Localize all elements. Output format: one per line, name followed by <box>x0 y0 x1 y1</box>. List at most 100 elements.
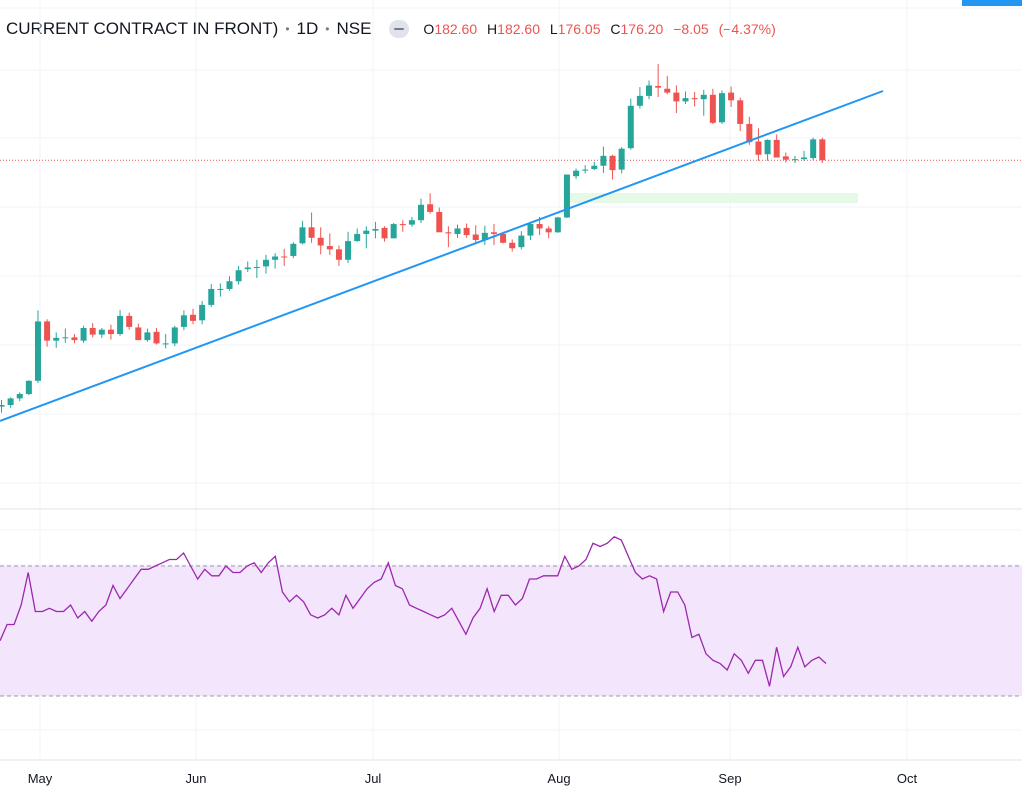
candle-body <box>290 243 297 256</box>
candle-body <box>755 141 762 155</box>
candle-body <box>728 92 735 101</box>
x-tick-label: Jul <box>365 771 382 786</box>
candle-body <box>34 321 41 381</box>
candle-body <box>627 105 634 149</box>
candle-body <box>7 398 14 405</box>
candle-body <box>162 343 169 345</box>
x-tick-label: Oct <box>897 771 918 786</box>
candle-body <box>117 315 124 335</box>
candle-body <box>418 204 425 221</box>
candle-body <box>490 232 497 234</box>
candle-body <box>390 224 397 239</box>
candle-body <box>819 139 826 161</box>
candle-body <box>536 224 543 229</box>
candle-body <box>281 256 288 258</box>
candle-body <box>126 315 133 327</box>
candle-body <box>272 256 279 260</box>
candlestick-series <box>0 64 826 413</box>
candle-body <box>190 314 197 321</box>
candle-body <box>636 95 643 106</box>
rsi-band <box>0 566 1022 696</box>
candle-body <box>180 315 187 327</box>
candle-body <box>399 224 406 226</box>
x-tick-label: May <box>28 771 53 786</box>
candle-body <box>98 329 105 335</box>
candle-body <box>500 233 507 243</box>
candle-body <box>554 217 561 233</box>
candle-body <box>673 92 680 102</box>
candle-body <box>326 246 333 250</box>
candle-body <box>208 288 215 305</box>
candle-body <box>591 165 598 170</box>
candle-body <box>709 94 716 123</box>
candle-body <box>363 230 370 234</box>
candle-body <box>655 86 662 88</box>
candle-body <box>62 337 69 339</box>
candle-body <box>381 227 388 239</box>
candle-body <box>345 241 352 260</box>
candle-body <box>472 234 479 240</box>
x-tick-label: Sep <box>718 771 741 786</box>
x-tick-label: Jun <box>186 771 207 786</box>
candle-body <box>609 155 616 171</box>
candle-body <box>107 329 114 335</box>
candle-body <box>791 159 798 161</box>
candle-body <box>199 304 206 321</box>
candle-body <box>372 229 379 231</box>
candle-body <box>436 211 443 233</box>
candle-body <box>299 227 306 244</box>
candle-body <box>16 394 23 399</box>
candle-body <box>445 232 452 234</box>
candle-body <box>317 237 324 246</box>
candle-body <box>646 85 653 96</box>
candle-body <box>764 139 771 155</box>
candle-body <box>782 156 789 160</box>
time-axis[interactable]: May Jun Jul Aug Sep Oct <box>28 771 918 786</box>
candle-body <box>408 220 415 225</box>
candle-body <box>262 259 269 267</box>
x-tick-label: Aug <box>547 771 570 786</box>
candle-body <box>44 321 51 341</box>
trendline[interactable] <box>0 90 884 422</box>
candle-body <box>0 405 5 407</box>
candle-body <box>463 227 470 236</box>
candle-body <box>354 233 361 242</box>
candle-body <box>810 139 817 159</box>
candle-body <box>682 98 689 102</box>
candle-body <box>226 281 233 289</box>
candle-body <box>509 242 516 249</box>
candle-body <box>53 337 60 341</box>
candle-body <box>582 169 589 171</box>
candle-body <box>691 98 698 100</box>
candle-body <box>253 266 260 268</box>
candle-body <box>545 228 552 233</box>
candle-body <box>518 235 525 248</box>
candle-body <box>153 331 160 344</box>
candle-body <box>217 288 224 290</box>
candle-body <box>573 170 580 177</box>
candle-body <box>80 328 87 341</box>
candle-body <box>737 100 744 124</box>
candle-body <box>144 332 151 341</box>
candle-body <box>135 327 142 341</box>
candle-body <box>308 227 315 238</box>
candle-body <box>427 204 434 212</box>
chart-canvas[interactable]: May Jun Jul Aug Sep Oct <box>0 0 1022 787</box>
candle-body <box>335 249 342 260</box>
candle-body <box>773 139 780 158</box>
candle-body <box>454 228 461 234</box>
candle-body <box>563 174 570 218</box>
candle-body <box>801 157 808 160</box>
candle-body <box>700 94 707 100</box>
candle-body <box>71 337 78 341</box>
candle-body <box>25 380 32 394</box>
candle-body <box>89 328 96 335</box>
candle-body <box>618 148 625 170</box>
candle-body <box>171 327 178 344</box>
candle-body <box>718 93 725 123</box>
candle-body <box>527 224 534 236</box>
support-zone <box>568 193 858 203</box>
candle-body <box>244 267 251 270</box>
candle-body <box>600 155 607 166</box>
candle-body <box>664 88 671 93</box>
